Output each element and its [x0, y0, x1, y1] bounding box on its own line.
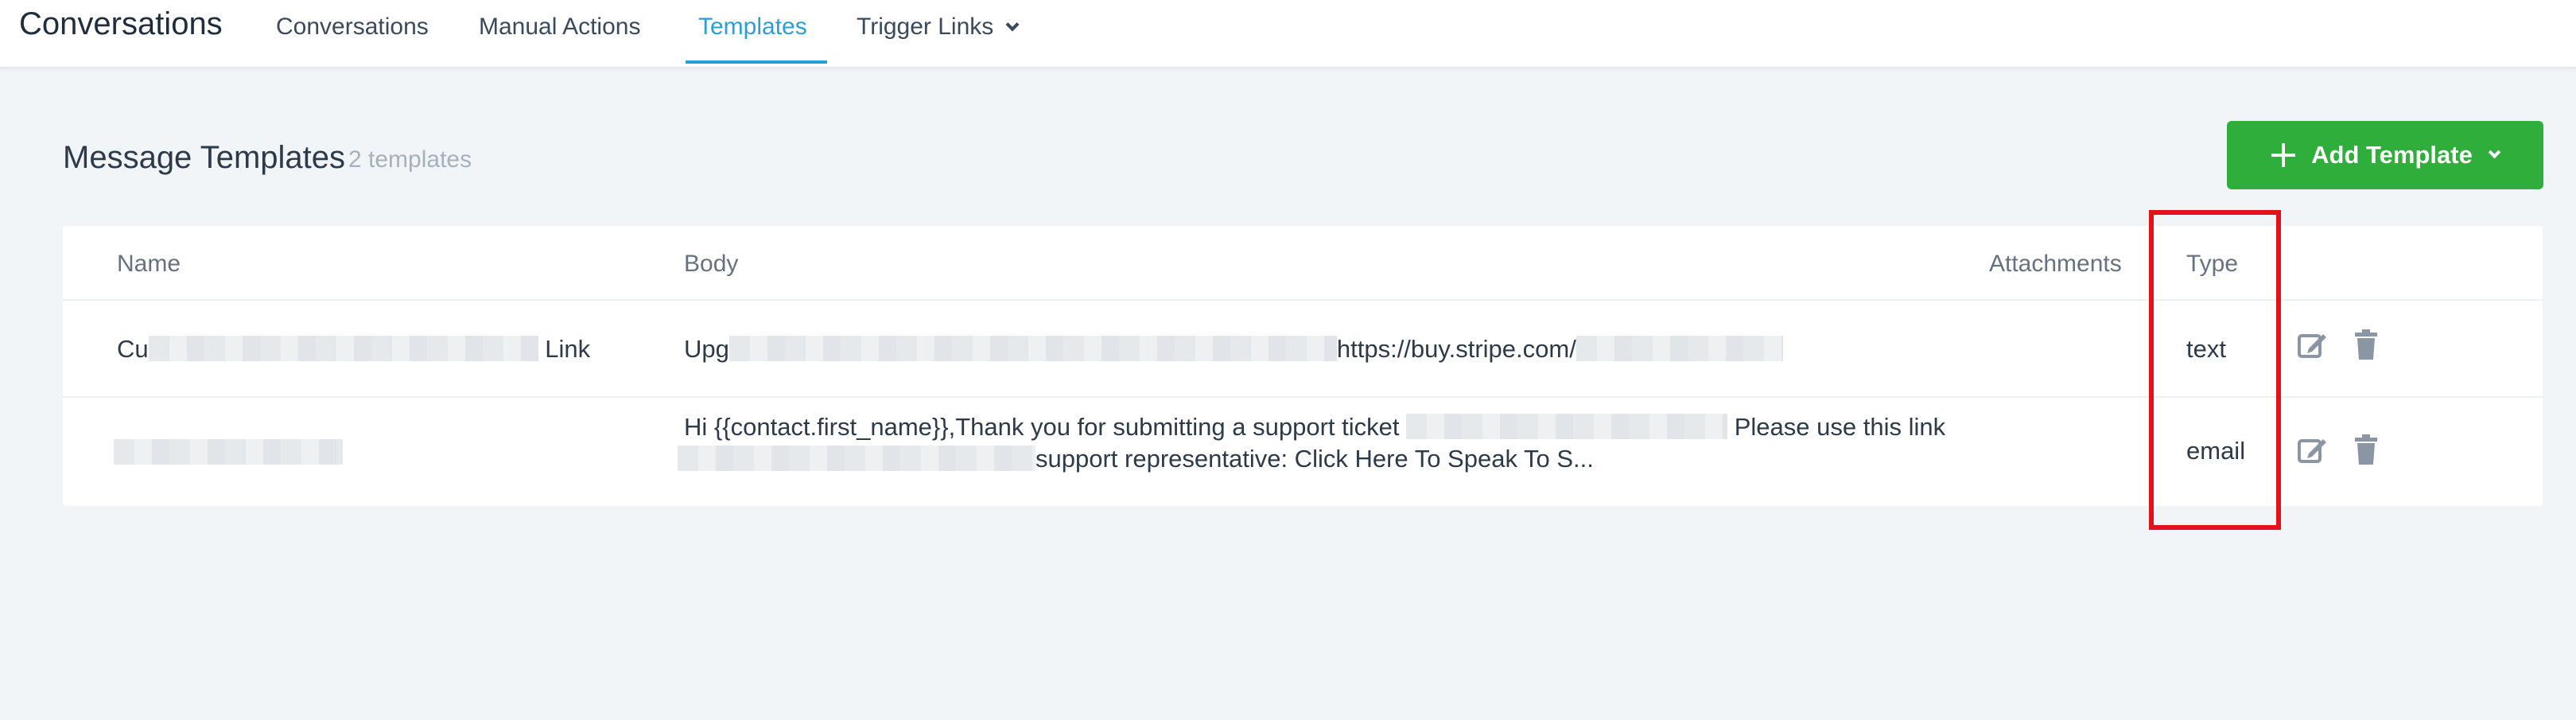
active-tab-indicator — [686, 60, 827, 64]
template-body-start: Upg — [684, 335, 729, 363]
redacted-text — [729, 335, 1337, 361]
template-name-end: Link — [545, 335, 591, 363]
template-body-text: support representative: Click Here To Sp… — [1035, 445, 1594, 473]
add-template-button[interactable]: Add Template — [2227, 121, 2543, 189]
template-name — [114, 436, 343, 469]
column-header-attachments[interactable]: Attachments — [1989, 248, 2122, 280]
template-body: Upg https://buy.stripe.com/ — [684, 333, 1783, 366]
app-title: Conversations — [19, 6, 223, 41]
edit-icon[interactable] — [2296, 434, 2328, 466]
chevron-down-icon — [2488, 146, 2501, 158]
template-name: Cu Link — [117, 333, 590, 366]
template-body-text-end: Please use this link — [1734, 413, 1946, 441]
tab-conversations[interactable]: Conversations — [276, 10, 429, 45]
template-count: 2 templates — [348, 146, 472, 173]
redacted-text — [678, 445, 1035, 471]
template-name-start: Cu — [117, 335, 149, 363]
column-header-name[interactable]: Name — [117, 248, 181, 280]
plus-icon — [2271, 143, 2296, 167]
add-template-label: Add Template — [2311, 141, 2473, 169]
redacted-text — [148, 335, 538, 361]
tab-trigger-links[interactable]: Trigger Links — [857, 10, 1020, 45]
tab-manual-actions[interactable]: Manual Actions — [479, 10, 640, 45]
chevron-down-icon — [1005, 18, 1020, 32]
template-body-link: https://buy.stripe.com/ — [1336, 335, 1576, 363]
tab-trigger-links-label: Trigger Links — [857, 14, 994, 40]
trash-icon[interactable] — [2350, 434, 2382, 466]
top-nav-bar: Conversations Conversations Manual Actio… — [0, 0, 2576, 68]
redacted-text — [1406, 413, 1728, 439]
type-column-highlight — [2149, 210, 2281, 530]
redacted-text — [1576, 335, 1783, 361]
template-body-text: Hi {{contact.first_name}},Thank you for … — [684, 413, 1400, 441]
redacted-text — [114, 438, 343, 465]
trash-icon[interactable] — [2350, 329, 2382, 361]
template-body-line-1: Hi {{contact.first_name}},Thank you for … — [684, 411, 1945, 444]
template-body-line-2: support representative: Click Here To Sp… — [678, 442, 1594, 476]
column-header-body[interactable]: Body — [684, 248, 738, 280]
page-title: Message Templates — [63, 140, 345, 175]
edit-icon[interactable] — [2296, 329, 2328, 361]
tab-templates[interactable]: Templates — [698, 10, 807, 45]
